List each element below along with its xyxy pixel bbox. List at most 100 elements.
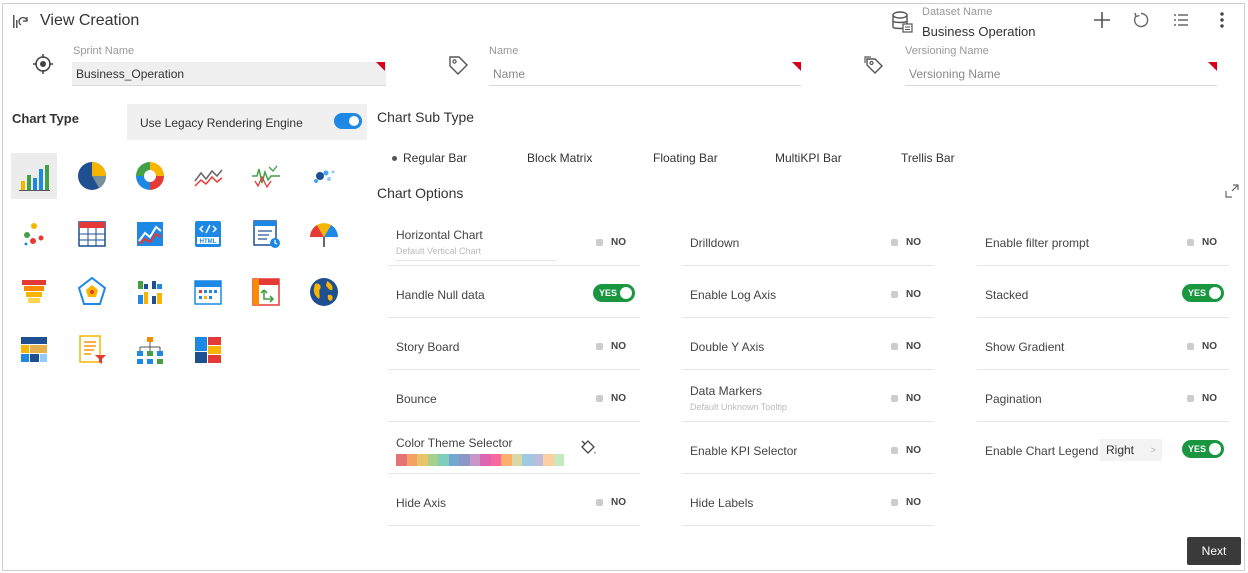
chart-type-card[interactable] [243, 211, 289, 257]
chart-type-treemap[interactable] [185, 327, 231, 373]
option-stacked: Stacked YES [977, 274, 1229, 318]
name-input[interactable] [489, 62, 801, 86]
sprint-name-input[interactable] [72, 62, 386, 86]
subtype-label: Block Matrix [527, 151, 593, 165]
chart-type-pivot[interactable] [243, 269, 289, 315]
horizontal-chart-toggle[interactable]: NO [596, 237, 626, 248]
hide-labels-toggle[interactable]: NO [891, 497, 921, 508]
paint-bucket-icon[interactable] [578, 438, 598, 458]
more-options-button[interactable] [1212, 10, 1232, 30]
chart-type-tree[interactable] [127, 327, 173, 373]
chart-type-filtered-list[interactable] [69, 327, 115, 373]
chart-type-timeseries[interactable] [243, 153, 289, 199]
versioning-name-input[interactable] [905, 62, 1217, 86]
calendar-icon [194, 280, 222, 305]
option-enable-kpi-selector: Enable KPI Selector NO [682, 430, 934, 474]
enable-filter-prompt-toggle[interactable]: NO [1187, 237, 1217, 248]
option-hide-axis: Hide Axis NO [388, 482, 640, 526]
svg-text:HTML: HTML [200, 239, 217, 245]
chart-type-funnel[interactable] [11, 269, 57, 315]
chart-type-pie[interactable] [69, 153, 115, 199]
subtype-trellis-bar[interactable]: Trellis Bar [901, 151, 955, 165]
divider [396, 260, 556, 261]
add-button[interactable] [1092, 10, 1112, 30]
option-drilldown: Drilldown NO [682, 222, 934, 266]
chart-type-radar[interactable] [69, 269, 115, 315]
story-board-toggle[interactable]: NO [596, 341, 626, 352]
subtype-multikpi-bar[interactable]: MultiKPI Bar [775, 151, 842, 165]
data-markers-toggle[interactable]: NO [891, 393, 921, 404]
subtype-regular-bar[interactable]: Regular Bar [392, 151, 467, 165]
option-story-board: Story Board NO [388, 326, 640, 370]
stacked-toggle[interactable]: YES [1182, 284, 1224, 302]
bar-chart-icon [19, 165, 50, 191]
color-theme-bar[interactable] [396, 454, 564, 466]
chart-type-combo[interactable] [127, 211, 173, 257]
chart-type-scatter[interactable] [301, 153, 347, 199]
legend-position-select[interactable]: Right > [1100, 439, 1162, 461]
chart-sub-type-label: Chart Sub Type [377, 109, 475, 125]
theme-color-swatch [406, 454, 417, 466]
option-handle-null: Handle Null data YES [388, 274, 640, 318]
pagination-toggle[interactable]: NO [1187, 393, 1217, 404]
required-marker [1208, 62, 1217, 71]
dataset-name-label: Dataset Name [922, 6, 993, 18]
theme-color-swatch [438, 454, 449, 466]
chart-type-bar[interactable] [11, 153, 57, 199]
option-label: Stacked [985, 288, 1029, 302]
dataset-name-value: Business Operation [922, 24, 1036, 39]
view-creation-icon [13, 15, 28, 28]
chart-type-bubble[interactable] [11, 211, 57, 257]
list-view-button[interactable] [1171, 10, 1191, 30]
show-gradient-toggle[interactable]: NO [1187, 341, 1217, 352]
option-label: Drilldown [690, 236, 740, 250]
option-label: Handle Null data [396, 288, 485, 302]
option-bounce: Bounce NO [388, 378, 640, 422]
handle-null-toggle[interactable]: YES [593, 284, 635, 302]
legend-position-value: Right [1106, 443, 1135, 457]
option-double-y-axis: Double Y Axis NO [682, 326, 934, 370]
chart-type-map[interactable] [301, 269, 347, 315]
chart-type-heatmap[interactable] [11, 327, 57, 373]
treemap-icon [195, 337, 221, 363]
chart-type-gauge[interactable] [301, 211, 347, 257]
enable-kpi-selector-toggle[interactable]: NO [891, 445, 921, 456]
filtered-list-icon [79, 335, 106, 364]
chart-type-calendar[interactable] [185, 269, 231, 315]
theme-color-swatch [522, 454, 533, 466]
funnel-icon [22, 280, 46, 303]
reset-button[interactable] [1131, 10, 1151, 30]
legacy-rendering-toggle[interactable] [334, 113, 362, 129]
hide-axis-toggle[interactable]: NO [596, 497, 626, 508]
subtype-label: MultiKPI Bar [775, 151, 842, 165]
drilldown-toggle[interactable]: NO [891, 237, 921, 248]
option-sublabel: Default Vertical Chart [396, 246, 482, 256]
theme-color-swatch [396, 454, 407, 466]
database-icon [892, 11, 913, 33]
next-button[interactable]: Next [1187, 537, 1241, 565]
chart-type-line[interactable] [185, 153, 231, 199]
list-icon [1174, 14, 1188, 26]
required-marker [792, 62, 801, 71]
theme-color-swatch [553, 454, 564, 466]
subtype-block-matrix[interactable]: Block Matrix [527, 151, 592, 165]
chart-type-donut[interactable] [127, 153, 173, 199]
enable-log-axis-toggle[interactable]: NO [891, 289, 921, 300]
option-label: Bounce [396, 392, 437, 406]
expand-icon[interactable] [1224, 183, 1240, 199]
radio-selected-icon [392, 155, 397, 161]
chart-type-html[interactable]: HTML [185, 211, 231, 257]
subtype-floating-bar[interactable]: Floating Bar [653, 151, 718, 165]
enable-chart-legend-toggle[interactable]: YES [1182, 440, 1224, 458]
page-title: View Creation [40, 12, 140, 29]
chart-type-table[interactable] [69, 211, 115, 257]
chart-type-matrix[interactable] [127, 269, 173, 315]
option-label: Hide Axis [396, 496, 447, 510]
bounce-toggle[interactable]: NO [596, 393, 626, 404]
required-marker [376, 62, 385, 71]
double-y-axis-toggle[interactable]: NO [891, 341, 921, 352]
option-label: Show Gradient [985, 340, 1065, 354]
vertical-ellipsis-icon [1220, 12, 1224, 28]
option-pagination: Pagination NO [977, 378, 1229, 422]
donut-chart-icon [136, 162, 164, 190]
